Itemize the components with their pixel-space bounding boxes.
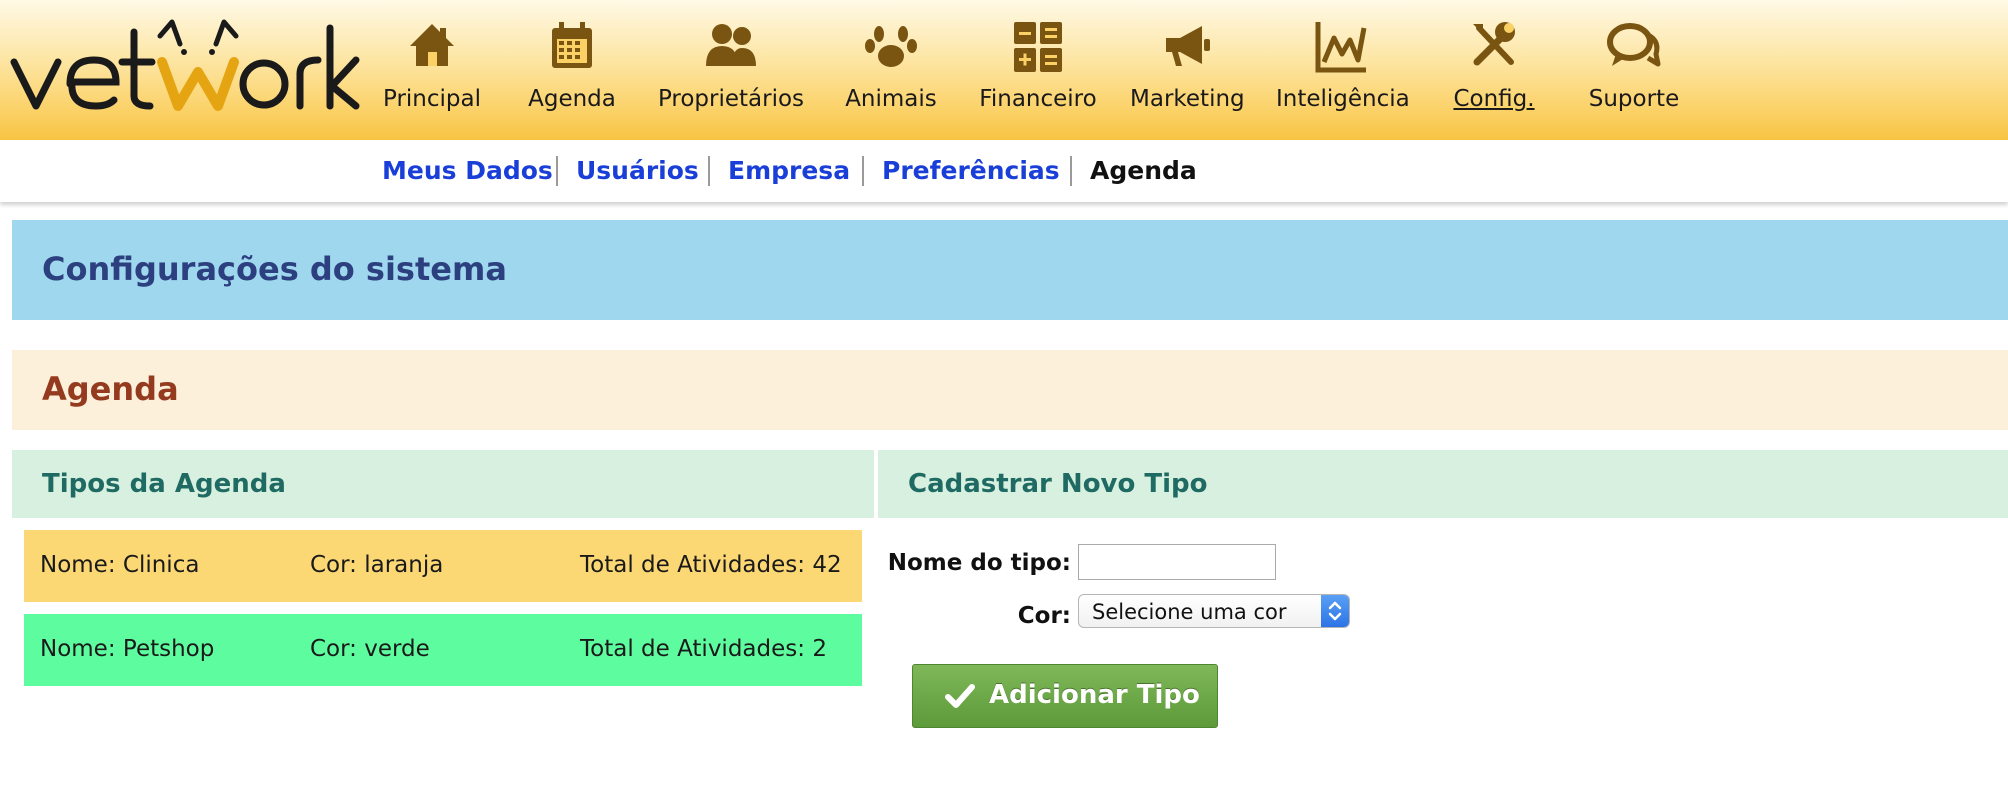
page-title: Configurações do sistema (42, 250, 507, 288)
home-icon (376, 20, 488, 76)
types-panel-title: Tipos da Agenda (42, 469, 286, 499)
nav-label: Principal (382, 86, 481, 112)
chart-icon (1276, 20, 1406, 76)
type-total: Total de Atividades: 42 (580, 552, 842, 578)
users-icon (656, 20, 806, 76)
color-select[interactable]: Selecione uma cor (1078, 594, 1350, 628)
type-total: Total de Atividades: 2 (580, 636, 827, 662)
add-type-button-label: Adicionar Tipo (989, 680, 1200, 710)
nav-label: Config. (1453, 86, 1535, 112)
subnav-meus-dados[interactable]: Meus Dados (382, 154, 553, 188)
nav-financeiro[interactable]: Financeiro (976, 20, 1100, 120)
nav-label: Proprietários (657, 86, 805, 112)
subnav-preferencias[interactable]: Preferências (882, 154, 1060, 188)
section-title: Agenda (42, 370, 179, 408)
type-name: Nome: Petshop (40, 636, 215, 662)
type-name: Nome: Clinica (40, 552, 200, 578)
nav-label: Inteligência (1276, 86, 1410, 112)
sub-navigation: Meus Dados Usuários Empresa Preferências… (0, 140, 2008, 202)
tools-icon (1444, 20, 1544, 76)
color-label: Cor: (1017, 603, 1071, 629)
section-header: Agenda (12, 350, 2008, 430)
nav-animais[interactable]: Animais (838, 20, 944, 120)
color-select-value: Selecione uma cor (1092, 600, 1287, 624)
form-panel-title: Cadastrar Novo Tipo (908, 469, 1208, 499)
form-panel-header: Cadastrar Novo Tipo (878, 450, 2008, 518)
subnav-divider (708, 156, 710, 186)
paw-icon (838, 20, 944, 76)
megaphone-icon (1130, 20, 1244, 76)
type-row[interactable]: Nome: Petshop Cor: verde Total de Ativid… (24, 614, 862, 686)
subnav-empresa[interactable]: Empresa (728, 154, 850, 188)
type-color: Cor: verde (310, 636, 430, 662)
type-name-input[interactable] (1078, 544, 1276, 580)
nav-proprietarios[interactable]: Proprietários (656, 20, 806, 120)
nav-label: Agenda (528, 86, 616, 112)
subnav-divider (556, 156, 558, 186)
calendar-icon (516, 20, 628, 76)
types-panel-header: Tipos da Agenda (12, 450, 874, 518)
type-name-label: Nome do tipo: (887, 550, 1071, 576)
chat-icon (1578, 20, 1690, 76)
nav-label: Suporte (1588, 86, 1680, 112)
nav-label: Financeiro (979, 86, 1097, 112)
nav-label: Animais (845, 86, 937, 112)
top-header: Principal Agenda Proprietários Animais F… (0, 0, 2008, 140)
nav-principal[interactable]: Principal (376, 20, 488, 120)
page-title-bar: Configurações do sistema (12, 220, 2008, 320)
add-type-button[interactable]: Adicionar Tipo (912, 664, 1218, 728)
subnav-divider (1070, 156, 1072, 186)
nav-agenda[interactable]: Agenda (516, 20, 628, 120)
subnav-usuarios[interactable]: Usuários (576, 154, 699, 188)
subnav-agenda[interactable]: Agenda (1090, 154, 1197, 188)
select-arrows-icon (1321, 595, 1349, 627)
checkmark-icon (945, 683, 975, 714)
nav-suporte[interactable]: Suporte (1578, 20, 1690, 120)
type-color: Cor: laranja (310, 552, 444, 578)
nav-marketing[interactable]: Marketing (1130, 20, 1245, 120)
type-row[interactable]: Nome: Clinica Cor: laranja Total de Ativ… (24, 530, 862, 602)
subnav-divider (862, 156, 864, 186)
nav-config[interactable]: Config. (1444, 20, 1544, 120)
calculator-icon (976, 20, 1100, 76)
nav-label: Marketing (1130, 86, 1245, 112)
nav-inteligencia[interactable]: Inteligência (1276, 20, 1410, 120)
vetwork-logo[interactable] (10, 14, 362, 118)
